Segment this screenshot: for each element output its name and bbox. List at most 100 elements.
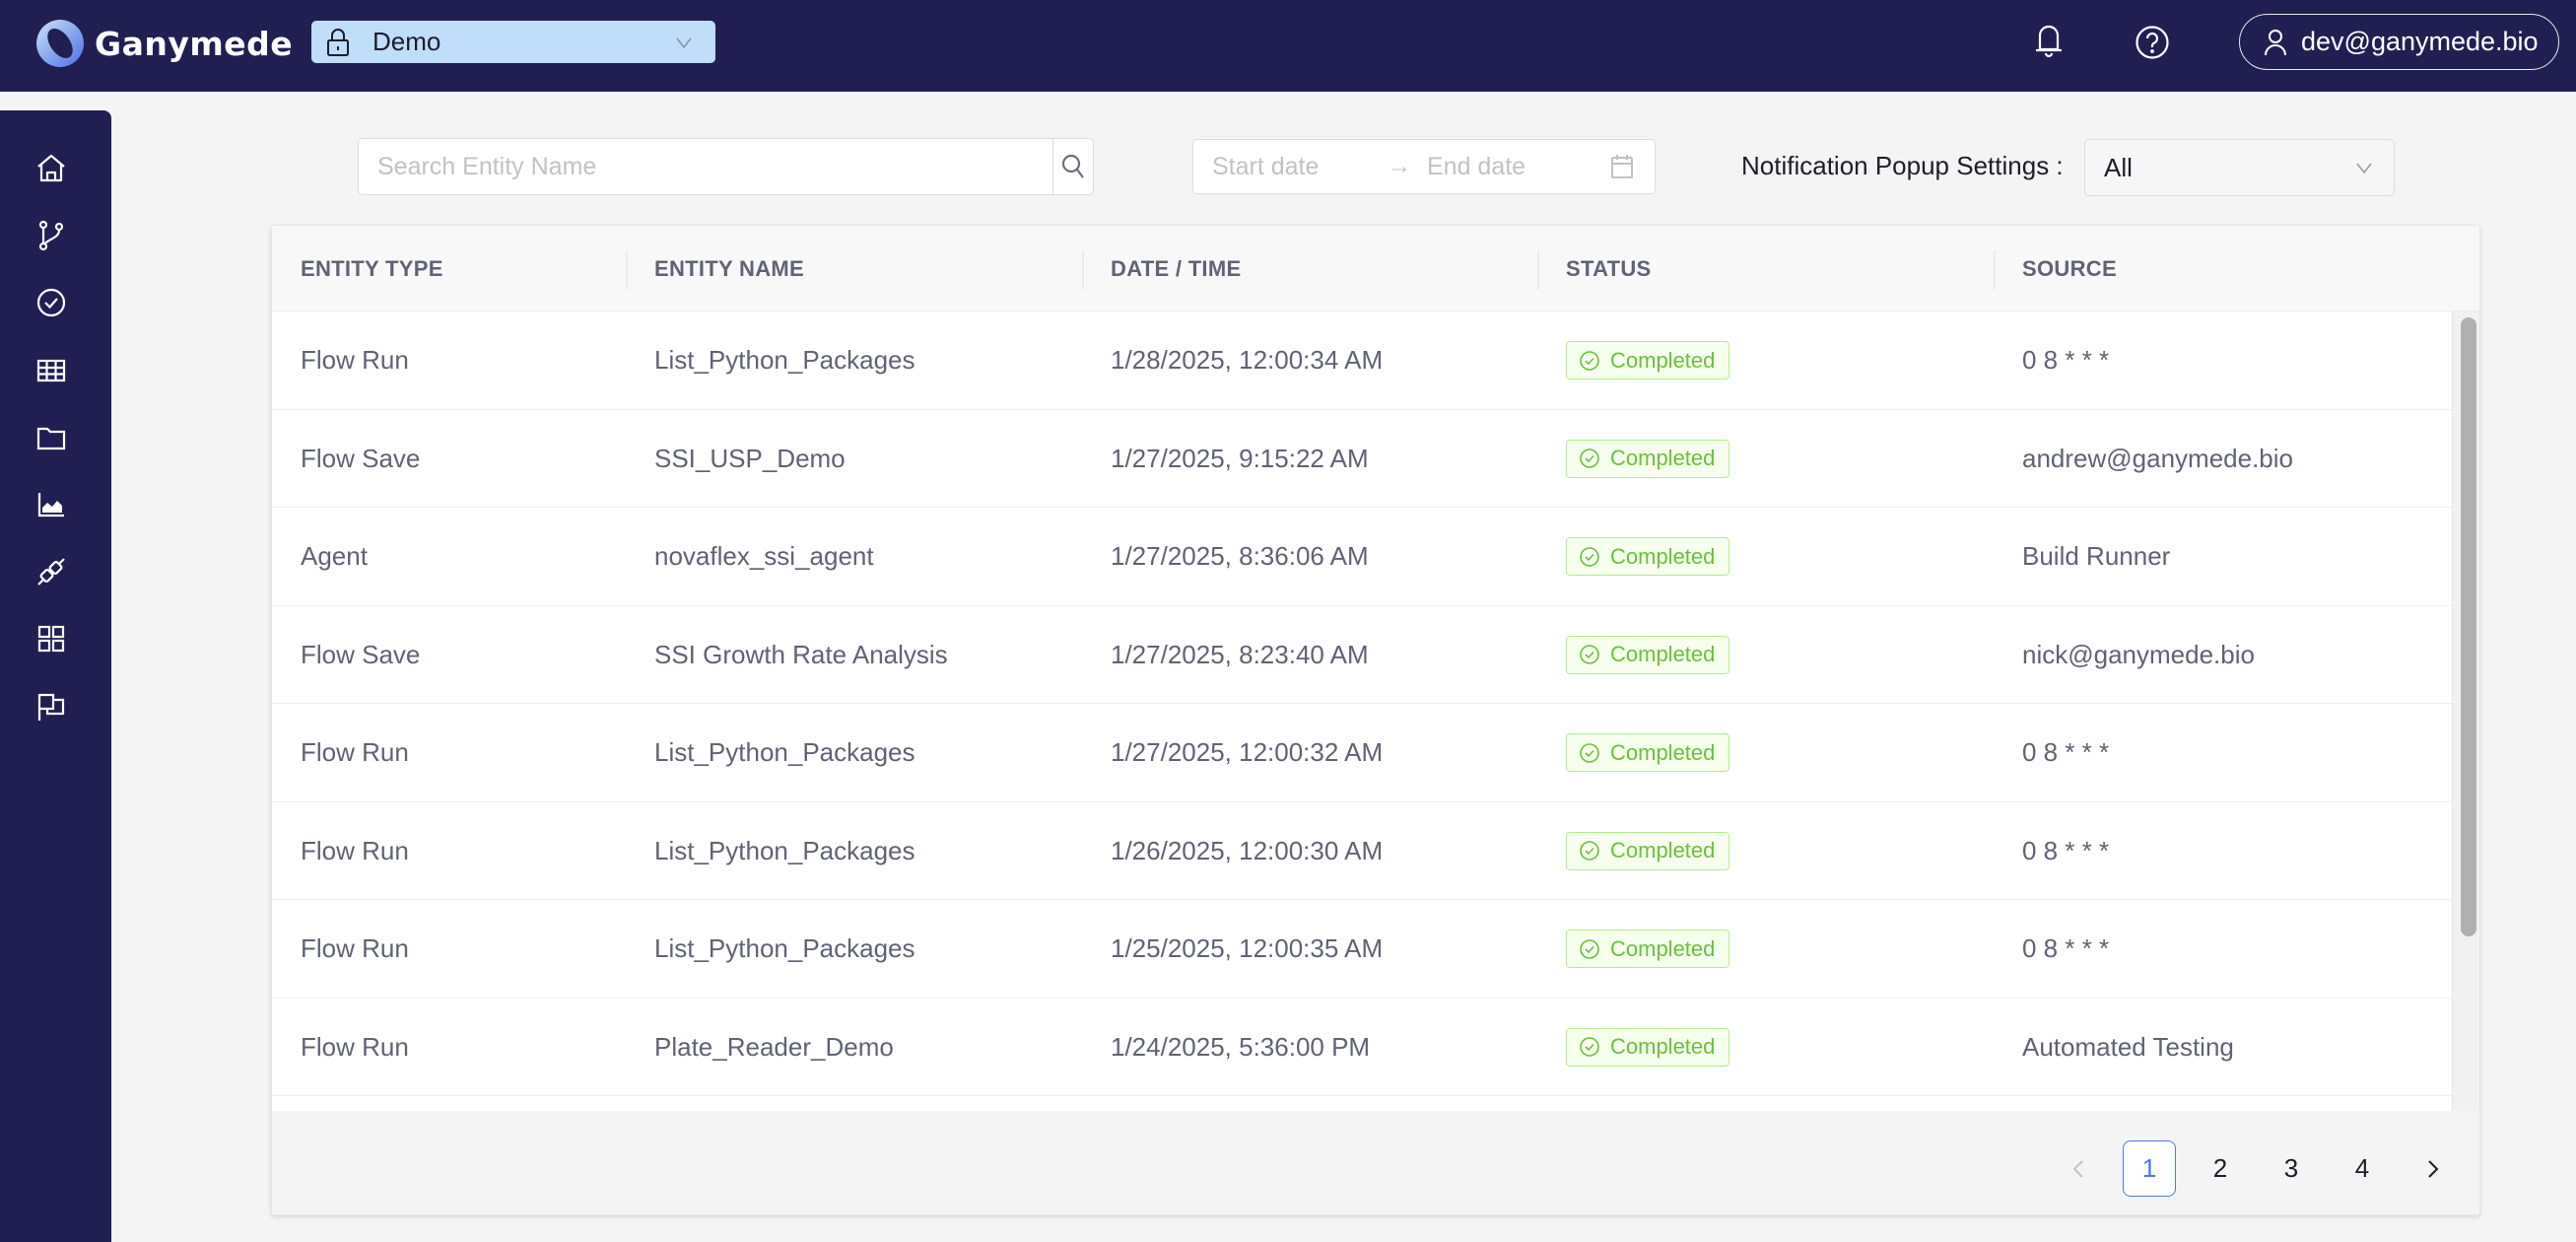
bell-icon[interactable] xyxy=(2034,24,2064,59)
sidebar-item-notifications[interactable] xyxy=(30,685,73,728)
cell-source: nick@ganymede.bio xyxy=(2022,639,2255,669)
status-label: Completed xyxy=(1610,1034,1716,1059)
cell-entity-name: novaflex_ssi_agent xyxy=(654,541,874,571)
calendar-icon xyxy=(1611,155,1633,178)
lock-icon xyxy=(327,28,349,56)
status-label: Completed xyxy=(1610,739,1716,765)
table-row[interactable]: Flow Save SSI Growth Rate Analysis 1/27/20… xyxy=(272,606,2452,704)
cell-entity-name: List_Python_Packages xyxy=(654,345,915,375)
cell-entity-type: Flow Run xyxy=(301,345,409,375)
cell-source: 0 8 * * * xyxy=(2022,835,2110,865)
status-label: Completed xyxy=(1610,543,1716,569)
home-icon xyxy=(37,154,65,182)
page-4-button[interactable]: 4 xyxy=(2336,1140,2389,1197)
cell-status: Completed xyxy=(1566,999,1730,1096)
cell-entity-name: List_Python_Packages xyxy=(654,835,915,865)
chevron-right-icon xyxy=(2428,1159,2439,1178)
top-bar: Ganymede Demo dev@ganymede.bio xyxy=(0,0,2576,92)
table-row[interactable]: Agent novaflex_ssi_agent 1/27/2025, 8:36:0… xyxy=(272,508,2452,606)
cell-date-time: 1/26/2025, 12:00:30 AM xyxy=(1111,835,1384,865)
cell-status: Completed xyxy=(1566,802,1730,900)
table-row[interactable]: Flow Run Plate_Reader_Demo 1/24/2025, 5:36… xyxy=(272,999,2452,1096)
cell-entity-name: List_Python_Packages xyxy=(654,933,915,963)
table-row[interactable]: Flow Run List_Python_Packages 1/25/2025, 1… xyxy=(272,900,2452,999)
cell-source: Automated Testing xyxy=(2022,1031,2234,1062)
previous-page-button[interactable] xyxy=(2052,1140,2105,1197)
table-row[interactable]: Flow Save SSI_USP_Demo 1/27/2025, 9:15:22 … xyxy=(272,410,2452,508)
flag-icon xyxy=(37,693,65,721)
notification-popup-settings-select[interactable]: All xyxy=(2084,139,2395,196)
date-range-picker[interactable]: Start date → End date xyxy=(1192,139,1656,194)
check-circle-icon xyxy=(1580,645,1599,664)
sidebar-item-apps[interactable] xyxy=(30,617,73,660)
sidebar-item-home[interactable] xyxy=(30,147,73,190)
status-badge: Completed xyxy=(1566,635,1730,674)
cell-entity-type: Flow Run xyxy=(301,835,409,865)
chevron-left-icon xyxy=(2072,1159,2083,1178)
status-label: Completed xyxy=(1610,838,1716,862)
cell-entity-name: Plate_Reader_Demo xyxy=(654,1031,894,1062)
help-icon[interactable] xyxy=(2135,25,2170,60)
sidebar-item-files[interactable] xyxy=(30,416,73,459)
sidebar-item-tables[interactable] xyxy=(30,349,73,392)
status-label: Completed xyxy=(1610,347,1716,373)
workspace-select[interactable]: Demo xyxy=(311,21,715,63)
cell-entity-type: Flow Save xyxy=(301,639,421,669)
status-badge: Completed xyxy=(1566,537,1730,576)
search-input[interactable] xyxy=(358,138,1052,195)
column-header-status: STATUS xyxy=(1566,255,1652,281)
events-table: ENTITY TYPE ENTITY NAME DATE / TIME STAT… xyxy=(271,225,2480,1215)
logo[interactable]: Ganymede xyxy=(35,18,293,69)
cell-status: Completed xyxy=(1566,704,1730,801)
chevron-down-icon xyxy=(2356,163,2372,174)
start-date-input[interactable]: Start date xyxy=(1212,153,1380,181)
page-1-button[interactable]: 1 xyxy=(2123,1140,2176,1197)
cell-source: andrew@ganymede.bio xyxy=(2022,443,2294,473)
table-scrollbar[interactable] xyxy=(2452,311,2479,1111)
cell-entity-type: Agent xyxy=(301,541,368,571)
cell-source: 0 8 * * * xyxy=(2022,345,2110,375)
cell-entity-name: List_Python_Packages xyxy=(654,737,915,767)
table-row[interactable]: Flow Run List_Python_Packages 1/26/2025, 1… xyxy=(272,802,2452,900)
plug-icon xyxy=(37,558,65,586)
search-button[interactable] xyxy=(1052,138,1094,195)
notification-select-value: All xyxy=(2104,152,2133,182)
status-badge: Completed xyxy=(1566,439,1730,478)
cell-date-time: 1/27/2025, 12:00:32 AM xyxy=(1111,737,1384,767)
table-row[interactable]: Flow Run List_Python_Packages 1/27/2025, 1… xyxy=(272,704,2452,802)
check-circle-icon xyxy=(1580,350,1599,371)
table-row[interactable]: Flow Run List_Python_Packages 1/28/2025, 1… xyxy=(272,311,2452,410)
column-header-entity-type: ENTITY TYPE xyxy=(301,255,443,281)
search-bar xyxy=(358,138,1094,195)
next-page-button[interactable] xyxy=(2407,1140,2460,1197)
sidebar-item-runs[interactable] xyxy=(30,281,73,324)
check-circle-icon xyxy=(1580,938,1599,959)
chevron-down-icon xyxy=(676,37,692,49)
sidebar-item-connections[interactable] xyxy=(30,550,73,593)
column-header-entity-name: ENTITY NAME xyxy=(654,255,805,281)
user-menu-button[interactable]: dev@ganymede.bio xyxy=(2239,14,2559,70)
end-date-input[interactable]: End date xyxy=(1427,153,1585,181)
check-circle-icon xyxy=(1580,448,1599,468)
status-badge: Completed xyxy=(1566,733,1730,772)
column-header-date-time: DATE / TIME xyxy=(1111,255,1242,281)
scrollbar-thumb[interactable] xyxy=(2461,317,2476,936)
cell-date-time: 1/28/2025, 12:00:34 AM xyxy=(1111,345,1384,375)
sidebar-item-flows[interactable] xyxy=(30,214,73,257)
cell-status: Completed xyxy=(1566,508,1730,605)
page-3-button[interactable]: 3 xyxy=(2265,1140,2318,1197)
cell-date-time: 1/27/2025, 9:15:22 AM xyxy=(1111,443,1369,473)
cell-date-time: 1/24/2025, 5:36:00 PM xyxy=(1111,1031,1371,1062)
sidebar-item-dashboards[interactable] xyxy=(30,483,73,526)
user-icon xyxy=(2265,29,2286,55)
folder-icon xyxy=(36,427,66,450)
workspace-label: Demo xyxy=(373,27,441,56)
date-range-arrow: → xyxy=(1388,153,1411,179)
column-divider xyxy=(1537,250,1539,290)
status-label: Completed xyxy=(1610,935,1716,961)
cell-entity-name: SSI_USP_Demo xyxy=(654,443,846,473)
cell-status: Completed xyxy=(1566,900,1730,998)
status-badge: Completed xyxy=(1566,930,1730,968)
page-2-button[interactable]: 2 xyxy=(2194,1140,2247,1197)
cell-entity-type: Flow Run xyxy=(301,737,409,767)
